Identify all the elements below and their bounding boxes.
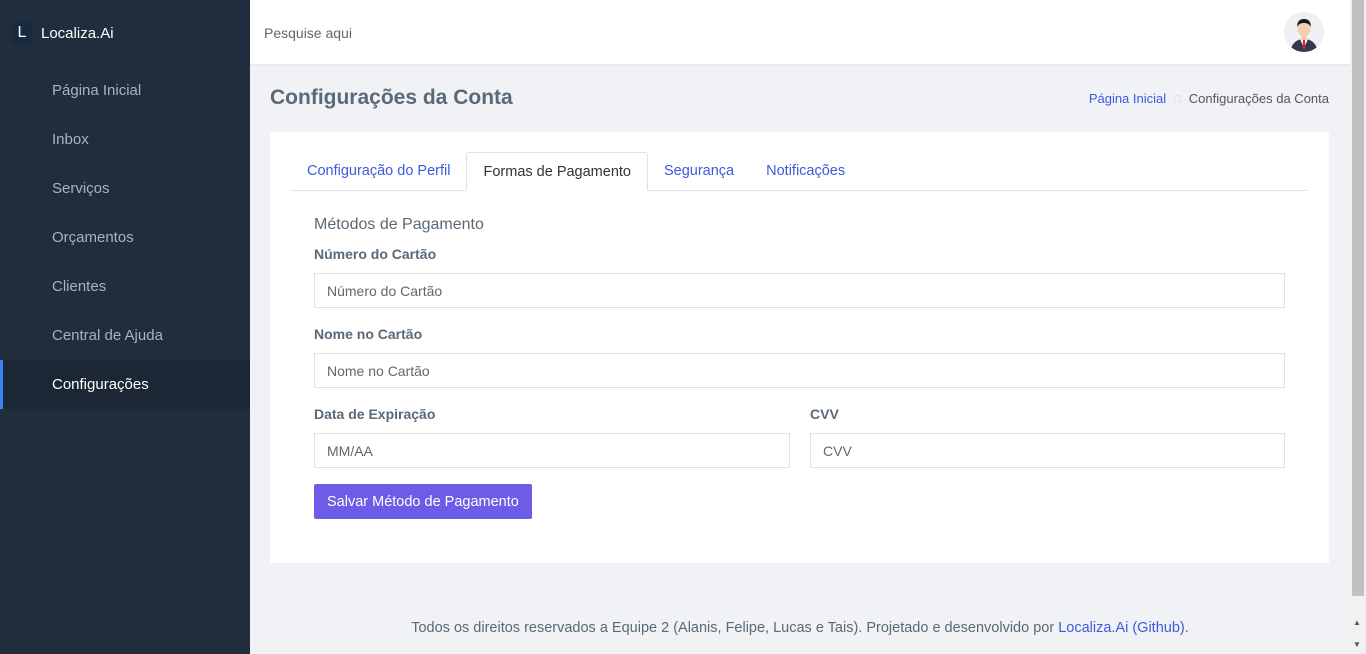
settings-card: Configuração do Perfil Formas de Pagamen… [270, 132, 1329, 563]
footer: Todos os direitos reservados a Equipe 2 … [250, 620, 1350, 636]
save-payment-method-button[interactable]: Salvar Método de Pagamento [314, 484, 532, 519]
breadcrumb-separator-icon: □ [1174, 92, 1181, 105]
card-number-label: Número do Cartão [314, 246, 437, 262]
brand-logo: L [11, 22, 33, 44]
sidebar-item-pagina-inicial[interactable]: Página Inicial [0, 66, 250, 115]
sidebar-item-orcamentos[interactable]: Orçamentos [0, 213, 250, 262]
sidebar-item-configuracoes[interactable]: Configurações [0, 360, 250, 409]
tab-seguranca[interactable]: Segurança [648, 152, 750, 190]
settings-tabs: Configuração do Perfil Formas de Pagamen… [291, 152, 1308, 191]
scroll-up-icon[interactable]: ▲ [1353, 618, 1361, 627]
footer-end: . [1184, 620, 1189, 636]
footer-text: Todos os direitos reservados a Equipe 2 … [411, 620, 1059, 636]
tab-configuracao-do-perfil[interactable]: Configuração do Perfil [291, 152, 466, 190]
breadcrumb: Página Inicial □ Configurações da Conta [1089, 91, 1329, 106]
sidebar-item-servicos[interactable]: Serviços [0, 164, 250, 213]
page-scrollbar[interactable]: ▲ ▼ [1350, 0, 1366, 654]
breadcrumb-home-link[interactable]: Página Inicial [1089, 91, 1166, 106]
top-bar [250, 0, 1350, 64]
sidebar-item-central-de-ajuda[interactable]: Central de Ajuda [0, 311, 250, 360]
sidebar: L Localiza.Ai Página Inicial Inbox Servi… [0, 0, 250, 654]
card-name-label: Nome no Cartão [314, 326, 423, 342]
scrollbar-thumb[interactable] [1352, 0, 1364, 596]
cvv-label: CVV [810, 406, 839, 422]
sidebar-nav: Página Inicial Inbox Serviços Orçamentos… [0, 66, 250, 409]
card-number-field[interactable] [314, 273, 1285, 308]
search-input[interactable] [262, 18, 566, 48]
tab-notificacoes[interactable]: Notificações [750, 152, 861, 190]
page-title: Configurações da Conta [270, 86, 513, 109]
card-name-field[interactable] [314, 353, 1285, 388]
section-title: Métodos de Pagamento [314, 216, 484, 233]
tab-formas-de-pagamento[interactable]: Formas de Pagamento [466, 152, 648, 191]
brand-name: Localiza.Ai [41, 24, 114, 42]
expiry-date-label: Data de Expiração [314, 406, 436, 422]
cvv-field[interactable] [810, 433, 1285, 468]
sidebar-item-clientes[interactable]: Clientes [0, 262, 250, 311]
user-avatar-icon[interactable] [1284, 12, 1324, 52]
brand[interactable]: L Localiza.Ai [0, 0, 250, 66]
scroll-down-icon[interactable]: ▼ [1353, 640, 1361, 649]
sidebar-item-inbox[interactable]: Inbox [0, 115, 250, 164]
breadcrumb-current: Configurações da Conta [1188, 91, 1329, 106]
expiry-date-field[interactable] [314, 433, 790, 468]
footer-github-link[interactable]: Localiza.Ai (Github) [1058, 620, 1185, 636]
